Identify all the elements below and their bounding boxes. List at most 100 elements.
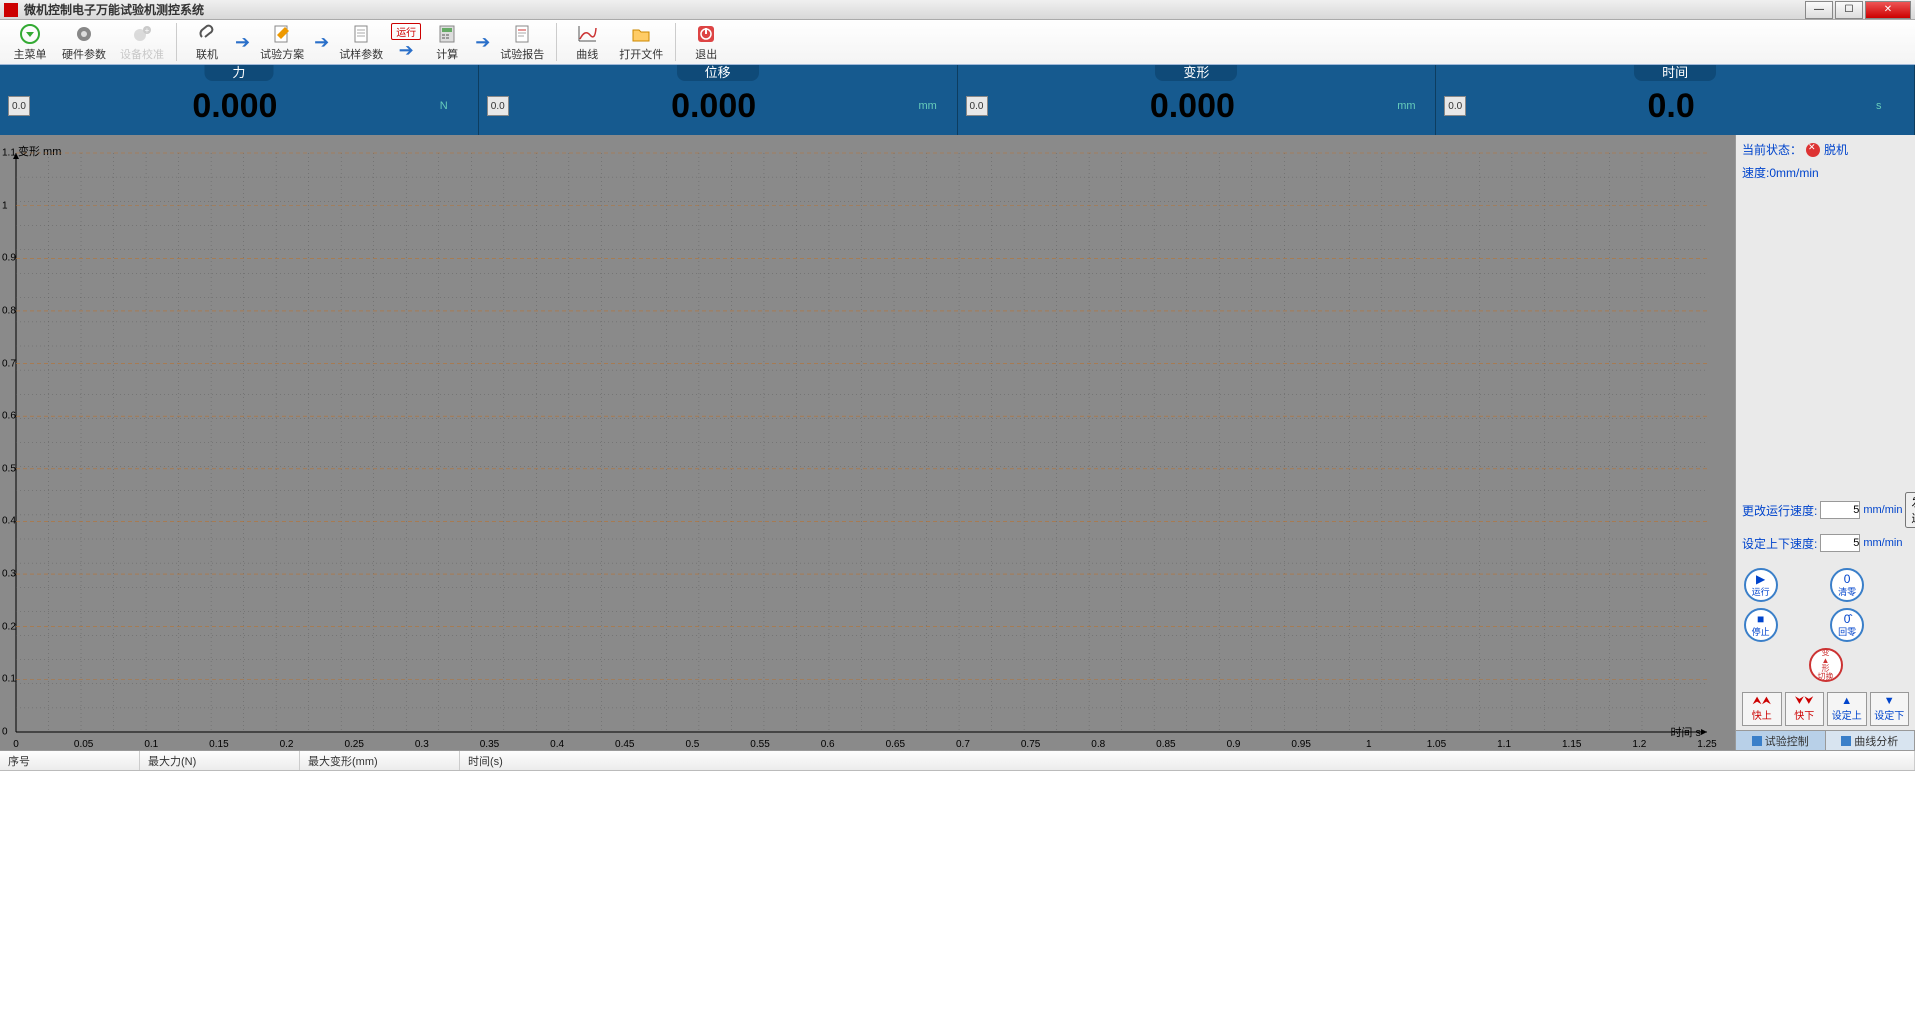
unit-label: mm/min bbox=[1863, 504, 1902, 516]
title-bar: 微机控制电子万能试验机测控系统 — ☐ ✕ bbox=[0, 0, 1915, 20]
minimize-button[interactable]: — bbox=[1805, 1, 1833, 19]
main-area: 变形 mm 时间 s 00.10.20.30.40.50.60.70.80.91… bbox=[0, 135, 1915, 750]
y-tick: 0.8 bbox=[2, 305, 16, 316]
force-unit: N bbox=[440, 100, 470, 112]
offline-icon bbox=[1806, 143, 1820, 157]
col-time[interactable]: 时间(s) bbox=[460, 751, 1915, 770]
maximize-button[interactable]: ☐ bbox=[1835, 1, 1863, 19]
x-tick: 0.8 bbox=[1091, 739, 1105, 750]
clip-icon bbox=[196, 23, 218, 45]
exit-button[interactable]: 退出 bbox=[682, 21, 730, 63]
clear-zero-button[interactable]: 0清零 bbox=[1830, 568, 1864, 602]
data-table: 序号 最大力(N) 最大变形(mm) 时间(s) bbox=[0, 750, 1915, 1020]
toolbar-separator bbox=[675, 23, 676, 61]
double-up-icon: ⮝⮝ bbox=[1752, 696, 1771, 707]
run-button[interactable]: ▶运行 bbox=[1744, 568, 1778, 602]
set-updown-speed-label: 设定上下速度: bbox=[1742, 535, 1817, 552]
y-tick: 0.7 bbox=[2, 358, 16, 369]
readout-deformation: 变形 0.0 0.000 mm bbox=[958, 65, 1437, 135]
double-down-icon: ⮟⮟ bbox=[1795, 696, 1814, 707]
x-tick: 1.15 bbox=[1562, 739, 1581, 750]
gear-plus-icon: + bbox=[131, 23, 153, 45]
chart-grid bbox=[0, 135, 1735, 750]
time-value: 0.0 bbox=[1466, 87, 1876, 126]
status-label: 当前状态： bbox=[1742, 141, 1802, 158]
chart-line-icon bbox=[576, 23, 598, 45]
x-tick: 0.65 bbox=[886, 739, 905, 750]
x-tick: 1.2 bbox=[1632, 739, 1646, 750]
table-header: 序号 最大力(N) 最大变形(mm) 时间(s) bbox=[0, 751, 1915, 771]
x-tick: 1.25 bbox=[1697, 739, 1716, 750]
down-icon: ▼ bbox=[1884, 696, 1895, 707]
send-button[interactable]: 发送 bbox=[1905, 492, 1915, 528]
sample-params-button[interactable]: 试样参数 bbox=[333, 21, 389, 63]
connect-button[interactable]: 联机 bbox=[183, 21, 231, 63]
toolbar-separator bbox=[556, 23, 557, 61]
set-updown-speed-input[interactable] bbox=[1820, 534, 1860, 552]
analysis-tab-icon bbox=[1841, 736, 1851, 746]
set-down-button[interactable]: ▼设定下 bbox=[1870, 692, 1910, 726]
down-arrow-circle-icon bbox=[19, 23, 41, 45]
calculate-button[interactable]: 计算 bbox=[423, 21, 471, 63]
x-tick: 1.1 bbox=[1497, 739, 1511, 750]
hardware-params-button[interactable]: 硬件参数 bbox=[56, 21, 112, 63]
up-icon: ▲ bbox=[1841, 696, 1852, 707]
curve-button[interactable]: 曲线 bbox=[563, 21, 611, 63]
table-body[interactable] bbox=[0, 771, 1915, 1021]
y-tick: 1 bbox=[2, 200, 8, 211]
test-report-button[interactable]: 试验报告 bbox=[494, 21, 550, 63]
col-number[interactable]: 序号 bbox=[0, 751, 140, 770]
zero-deformation-button[interactable]: 0.0 bbox=[966, 96, 988, 116]
x-tick: 0.9 bbox=[1227, 739, 1241, 750]
force-value: 0.000 bbox=[30, 87, 440, 126]
main-menu-button[interactable]: 主菜单 bbox=[6, 21, 54, 63]
deformation-unit: mm bbox=[1397, 100, 1427, 112]
y-tick: 0.6 bbox=[2, 411, 16, 422]
report-icon bbox=[511, 23, 533, 45]
test-plan-button[interactable]: 试验方案 bbox=[254, 21, 310, 63]
x-tick: 0.2 bbox=[280, 739, 294, 750]
col-max-force[interactable]: 最大力(N) bbox=[140, 751, 300, 770]
col-max-deformation[interactable]: 最大变形(mm) bbox=[300, 751, 460, 770]
y-tick: 0.1 bbox=[2, 674, 16, 685]
calculator-icon bbox=[436, 23, 458, 45]
fast-up-button[interactable]: ⮝⮝快上 bbox=[1742, 692, 1782, 726]
readout-label: 时间 bbox=[1634, 65, 1716, 81]
readout-displacement: 位移 0.0 0.000 mm bbox=[479, 65, 958, 135]
tab-test-control[interactable]: 试验控制 bbox=[1736, 731, 1826, 750]
open-file-button[interactable]: 打开文件 bbox=[613, 21, 669, 63]
x-tick: 0.85 bbox=[1156, 739, 1175, 750]
y-tick: 0 bbox=[2, 727, 8, 738]
displacement-value: 0.000 bbox=[509, 87, 919, 126]
chart-area[interactable]: 变形 mm 时间 s 00.10.20.30.40.50.60.70.80.91… bbox=[0, 135, 1735, 750]
time-unit: s bbox=[1876, 100, 1906, 112]
status-value: 脱机 bbox=[1824, 141, 1848, 158]
device-calibration-button[interactable]: + 设备校准 bbox=[114, 21, 170, 63]
zero-displacement-button[interactable]: 0.0 bbox=[487, 96, 509, 116]
x-tick: 0.75 bbox=[1021, 739, 1040, 750]
y-tick: 1.1 bbox=[2, 148, 16, 159]
set-up-button[interactable]: ▲设定上 bbox=[1827, 692, 1867, 726]
toolbar: 主菜单 硬件参数 + 设备校准 联机 ➔ 试验方案 ➔ 试样参数 运行 ➔ 计算… bbox=[0, 20, 1915, 65]
stop-button[interactable]: ■停止 bbox=[1744, 608, 1778, 642]
folder-open-icon bbox=[630, 23, 652, 45]
close-button[interactable]: ✕ bbox=[1865, 1, 1911, 19]
return-zero-button[interactable]: 0̂回零 bbox=[1830, 608, 1864, 642]
app-icon bbox=[4, 3, 18, 17]
deform-switch-button[interactable]: 变▲形 切换 bbox=[1809, 648, 1843, 682]
play-icon: ▶ bbox=[1756, 573, 1765, 585]
x-tick: 0.5 bbox=[685, 739, 699, 750]
readout-label: 位移 bbox=[677, 65, 759, 81]
document-icon bbox=[350, 23, 372, 45]
readout-label: 力 bbox=[204, 65, 273, 81]
tab-curve-analysis[interactable]: 曲线分析 bbox=[1826, 731, 1915, 750]
change-speed-input[interactable] bbox=[1820, 501, 1860, 519]
x-tick: 1 bbox=[1366, 739, 1372, 750]
zero-force-button[interactable]: 0.0 bbox=[8, 96, 30, 116]
zero-time-button[interactable]: 0.0 bbox=[1444, 96, 1466, 116]
x-tick: 0.4 bbox=[550, 739, 564, 750]
control-tab-icon bbox=[1752, 736, 1762, 746]
y-tick: 0.4 bbox=[2, 516, 16, 527]
document-pencil-icon bbox=[271, 23, 293, 45]
fast-down-button[interactable]: ⮟⮟快下 bbox=[1785, 692, 1825, 726]
